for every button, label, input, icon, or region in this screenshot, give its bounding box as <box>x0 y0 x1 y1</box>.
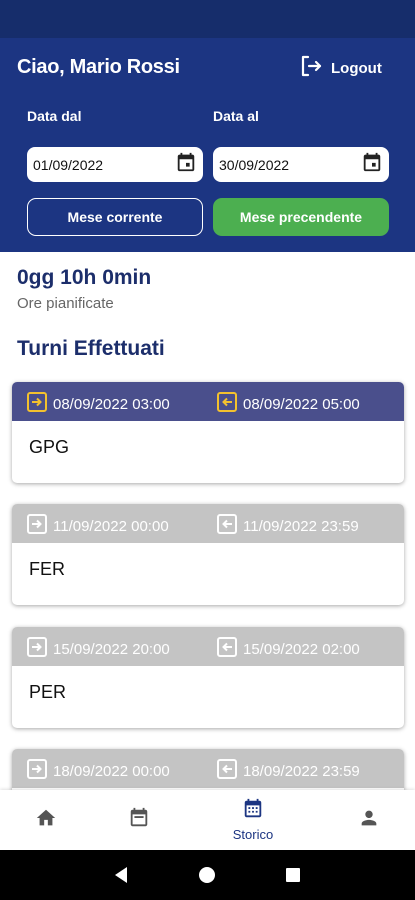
shift-card[interactable]: 08/09/2022 03:00 08/09/2022 05:00 GPG <box>12 382 404 483</box>
shift-end: 18/09/2022 23:59 <box>243 762 360 780</box>
shift-card[interactable]: 15/09/2022 20:00 15/09/2022 02:00 PER <box>12 627 404 728</box>
planned-hours-label: Ore pianificate <box>17 295 114 312</box>
shift-start: 11/09/2022 00:00 <box>53 517 169 535</box>
shift-start: 08/09/2022 03:00 <box>53 395 170 413</box>
logout-button[interactable]: Logout <box>299 55 382 81</box>
calendar-picker-icon[interactable] <box>175 151 197 178</box>
shift-start: 15/09/2022 20:00 <box>53 640 170 658</box>
nav-profile[interactable] <box>334 790 404 850</box>
date-from-field[interactable] <box>27 147 203 182</box>
shift-card-header: 18/09/2022 00:00 18/09/2022 23:59 <box>12 749 404 788</box>
check-in-icon <box>27 392 47 416</box>
status-bar <box>0 0 415 38</box>
home-circle-icon[interactable] <box>197 865 217 890</box>
shift-card[interactable]: 11/09/2022 00:00 11/09/2022 23:59 FER <box>12 504 404 605</box>
current-month-button[interactable]: Mese corrente <box>27 198 203 236</box>
check-out-icon <box>217 637 237 661</box>
shifts-section-title: Turni Effettuati <box>17 337 165 360</box>
shift-code: FER <box>29 559 65 579</box>
back-icon[interactable] <box>112 865 130 890</box>
shift-end: 08/09/2022 05:00 <box>243 395 360 413</box>
check-in-icon <box>27 759 47 783</box>
date-to-input[interactable] <box>219 156 339 173</box>
date-from-input[interactable] <box>33 156 153 173</box>
calendar-picker-icon[interactable] <box>361 151 383 178</box>
shift-code: PER <box>29 682 67 702</box>
check-out-icon <box>217 392 237 416</box>
shift-end: 11/09/2022 23:59 <box>243 517 359 535</box>
date-from-label: Data dal <box>27 108 82 124</box>
greeting-title: Ciao, Mario Rossi <box>17 56 180 78</box>
check-in-icon <box>27 514 47 538</box>
logout-icon <box>299 54 323 83</box>
calendar-icon <box>128 807 150 834</box>
date-to-field[interactable] <box>213 147 389 182</box>
shift-card-header: 15/09/2022 20:00 15/09/2022 02:00 <box>12 627 404 666</box>
nav-history[interactable]: Storico <box>218 790 288 850</box>
bottom-navigation: Storico <box>0 790 415 850</box>
date-to-label: Data al <box>213 108 259 124</box>
nav-home[interactable] <box>11 790 81 850</box>
shift-code: GPG <box>29 437 70 457</box>
check-out-icon <box>217 759 237 783</box>
home-icon <box>35 807 57 834</box>
person-icon <box>358 807 380 834</box>
system-navigation-bar <box>0 850 415 900</box>
check-in-icon <box>27 637 47 661</box>
logout-label: Logout <box>331 59 382 77</box>
previous-month-button[interactable]: Mese precendente <box>213 198 389 236</box>
calendar-history-icon <box>242 798 264 825</box>
nav-history-label: Storico <box>232 827 274 842</box>
shift-card-header: 08/09/2022 03:00 08/09/2022 05:00 <box>12 382 404 421</box>
shift-start: 18/09/2022 00:00 <box>53 762 170 780</box>
planned-hours-value: 0gg 10h 0min <box>17 266 152 289</box>
shift-card-header: 11/09/2022 00:00 11/09/2022 23:59 <box>12 504 404 543</box>
nav-calendar[interactable] <box>104 790 174 850</box>
recents-icon[interactable] <box>285 867 301 888</box>
app-header: Ciao, Mario Rossi Logout Data dal Data a… <box>0 38 415 252</box>
check-out-icon <box>217 514 237 538</box>
shift-end: 15/09/2022 02:00 <box>243 640 360 658</box>
